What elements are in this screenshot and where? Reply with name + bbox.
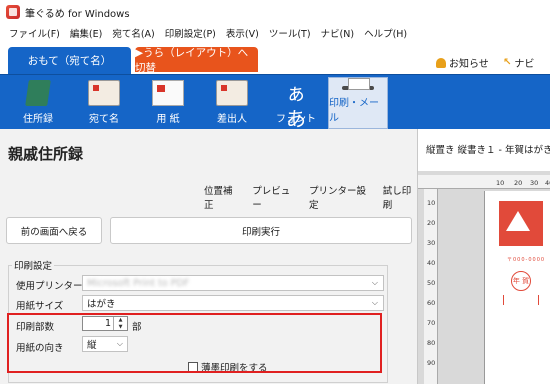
page-title: 親戚住所録	[8, 145, 84, 163]
notice-label: お知らせ	[449, 59, 489, 70]
toolbar-label: 印刷・メール	[329, 98, 379, 124]
toolbar-sender[interactable]: 差出人	[202, 77, 262, 129]
ruler-number: 90	[427, 359, 436, 367]
sender-icon	[216, 80, 248, 106]
window-title: 筆ぐるめ for Windows	[25, 8, 130, 20]
new-year-mark: 年 賀	[511, 271, 531, 291]
app-icon	[6, 5, 20, 19]
mode-tab-row: おもて（宛て名） ▶うら（レイアウト）へ切替 お知らせ ↖ ナビ	[0, 42, 550, 74]
address-book-icon	[25, 80, 51, 106]
action-links: 位置補正 プレビュー プリンター設定 試し印刷	[204, 183, 417, 211]
navi-link[interactable]: ↖ ナビ	[503, 55, 534, 70]
ruler-number: 30	[427, 239, 436, 247]
highlight-frame	[7, 313, 382, 373]
ruler-number: 80	[427, 339, 436, 347]
chevron-down-icon: ⌵	[371, 298, 378, 307]
ruler-number: 50	[427, 279, 436, 287]
pointer-icon: ↖	[503, 57, 512, 68]
menu-tools[interactable]: ツール(T)	[264, 26, 316, 40]
ruler-number: 30	[530, 179, 539, 187]
toolbar-label: 住所録	[23, 114, 53, 125]
ruler-number: 70	[427, 319, 436, 327]
title-bar: 筆ぐるめ for Windows	[0, 0, 550, 24]
menu-print-settings[interactable]: 印刷設定(P)	[160, 26, 221, 40]
position-correction-link[interactable]: 位置補正	[204, 183, 238, 211]
main-toolbar: 住所録 宛て名 用 紙 差出人 ぁあ フォント 印刷・メール	[0, 74, 550, 131]
address-guide-lines	[503, 295, 539, 305]
printer-select[interactable]: Microsoft Print to PDF ⌵	[82, 275, 384, 291]
toolbar-address-book[interactable]: 住所録	[8, 77, 68, 129]
paper-icon	[152, 80, 184, 106]
ruler-number: 40	[427, 259, 436, 267]
paper-size-label: 用紙サイズ	[16, 301, 64, 312]
zip-code: 〒000-0000	[507, 257, 546, 263]
paper-size-value: はがき	[87, 299, 116, 310]
navi-label: ナビ	[514, 59, 535, 70]
printer-value: Microsoft Print to PDF	[87, 277, 190, 289]
printer-label: 使用プリンター	[16, 281, 83, 292]
font-icon: ぁあ	[286, 81, 306, 131]
tab-front[interactable]: おもて（宛て名）	[8, 47, 131, 74]
printer-mail-icon	[342, 78, 374, 90]
toolbar-address-card[interactable]: 宛て名	[74, 77, 134, 129]
menu-address[interactable]: 宛て名(A)	[107, 26, 159, 40]
menu-navi[interactable]: ナビ(N)	[316, 26, 360, 40]
toolbar-paper[interactable]: 用 紙	[138, 77, 198, 129]
toolbar-label: 用 紙	[156, 114, 180, 125]
toolbar-label: 宛て名	[89, 114, 119, 125]
ruler-number: 20	[427, 219, 436, 227]
tab-back[interactable]: ▶うら（レイアウト）へ切替	[135, 47, 258, 74]
menu-view[interactable]: 表示(V)	[221, 26, 264, 40]
stamp-image	[499, 201, 543, 246]
preview-link[interactable]: プレビュー	[252, 183, 295, 211]
ruler-number: 40	[545, 179, 550, 187]
chevron-down-icon: ⌵	[371, 278, 378, 287]
preview-title: 縦置き 縦書き１ - 年賀はがき	[426, 145, 550, 156]
toolbar-print-mail[interactable]: 印刷・メール	[328, 77, 388, 129]
group-label: 印刷設定	[12, 258, 55, 272]
back-button[interactable]: 前の画面へ戻る	[6, 217, 102, 244]
bell-icon	[436, 57, 446, 68]
menu-file[interactable]: ファイル(F)	[4, 26, 65, 40]
menu-bar: ファイル(F) 編集(E) 宛て名(A) 印刷設定(P) 表示(V) ツール(T…	[0, 24, 550, 42]
preview-panel: 縦置き 縦書き１ - 年賀はがき 10 20 30 40 10 20 30 40…	[418, 129, 550, 384]
ruler-top: 10 20 30 40	[418, 175, 550, 189]
toolbar-label: 差出人	[217, 114, 247, 125]
ruler-number: 60	[427, 299, 436, 307]
preview-canvas[interactable]: 10 20 30 40 10 20 30 40 50 60 70 80 90 〒…	[418, 171, 550, 384]
ruler-number: 10	[427, 199, 436, 207]
test-print-link[interactable]: 試し印刷	[383, 183, 417, 211]
address-card-icon	[88, 80, 120, 106]
toolbar-font[interactable]: ぁあ フォント	[266, 77, 326, 131]
ruler-number: 10	[496, 179, 505, 187]
paper-size-select[interactable]: はがき ⌵	[82, 295, 384, 311]
ruler-left: 10 20 30 40 50 60 70 80 90	[424, 189, 438, 384]
menu-edit[interactable]: 編集(E)	[65, 26, 107, 40]
postcard-preview: 〒000-0000 年 賀	[484, 191, 550, 384]
menu-help[interactable]: ヘルプ(H)	[359, 26, 412, 40]
notice-link[interactable]: お知らせ	[436, 55, 489, 70]
printer-settings-link[interactable]: プリンター設定	[309, 183, 369, 211]
print-execute-button[interactable]: 印刷実行	[110, 217, 412, 244]
ruler-number: 20	[514, 179, 523, 187]
